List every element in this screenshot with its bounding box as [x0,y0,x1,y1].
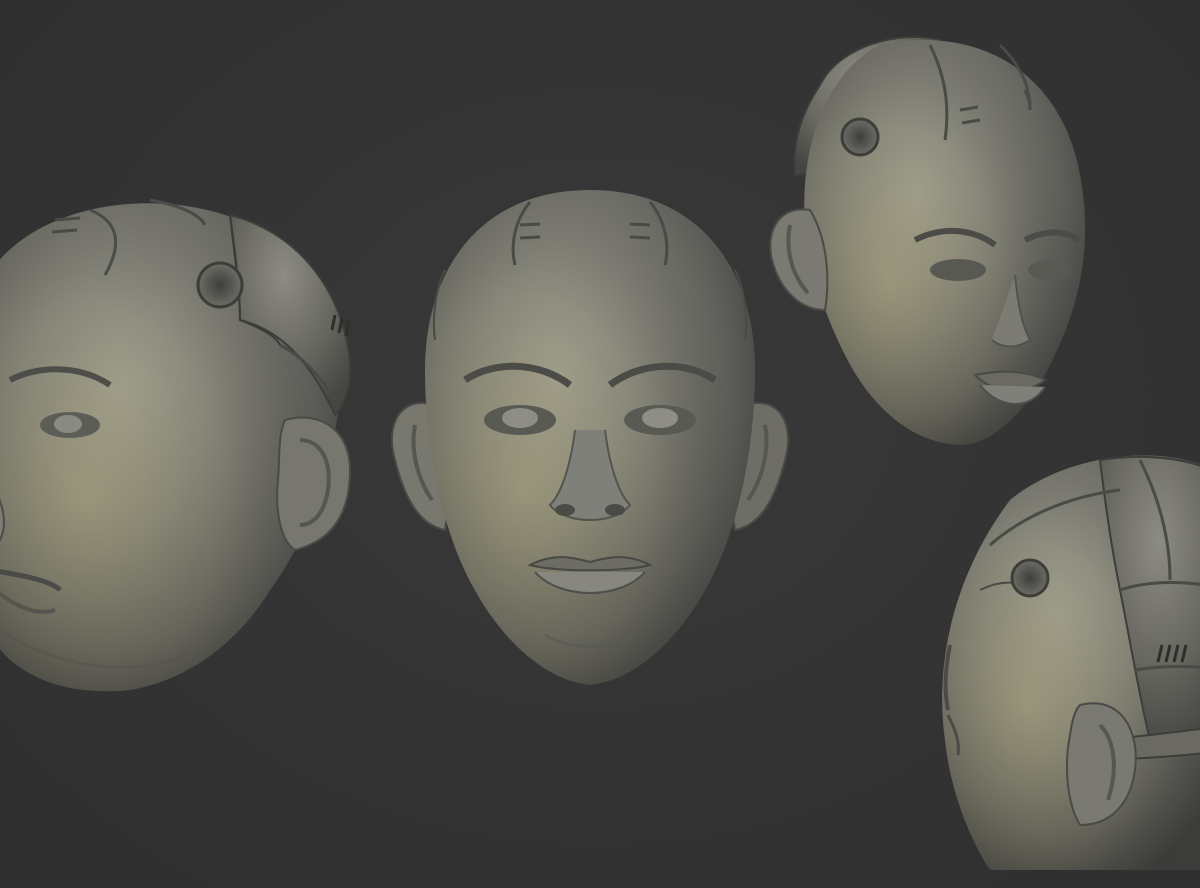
head-render-three-quarter-right [769,36,1086,446]
head-render-three-quarter-left [0,198,352,692]
port-socket [196,261,244,309]
ear [276,416,352,552]
head-render-back-three-quarter [942,455,1200,870]
sculpt-viewport [0,0,1200,888]
port-socket [1010,558,1050,598]
port-socket [840,117,880,157]
head-render-front [390,190,790,685]
